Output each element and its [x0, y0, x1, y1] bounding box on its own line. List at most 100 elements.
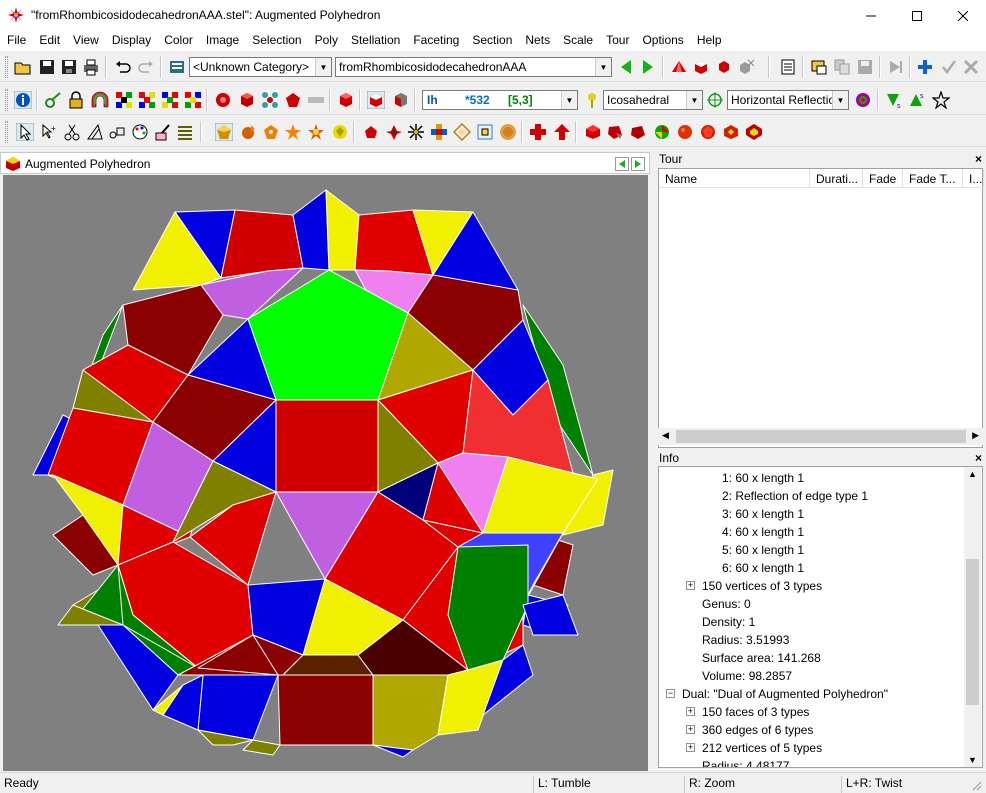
- coin-icon[interactable]: [499, 123, 517, 141]
- symmetry-select[interactable]: Ih *532 [5,3] ▼: [422, 90, 578, 110]
- snowflake-icon[interactable]: [407, 123, 425, 141]
- polyhedron-model[interactable]: [3, 175, 648, 771]
- save-icon[interactable]: [38, 58, 56, 76]
- menu-stellation[interactable]: Stellation: [344, 31, 406, 51]
- poly-tool-6-icon[interactable]: [331, 123, 349, 141]
- grid-icon-2[interactable]: [138, 91, 156, 109]
- toolbar-grip[interactable]: [5, 121, 8, 143]
- column-header-name[interactable]: Name: [659, 169, 810, 188]
- cancel-icon[interactable]: [962, 58, 980, 76]
- redo-icon[interactable]: [137, 58, 155, 76]
- paint-icon[interactable]: [154, 123, 172, 141]
- stellate-icon[interactable]: [385, 123, 403, 141]
- symmetry-axis-icon[interactable]: [583, 91, 601, 109]
- menu-tour[interactable]: Tour: [599, 31, 635, 51]
- shape-1-icon[interactable]: [584, 123, 602, 141]
- info-tree[interactable]: 1: 60 x length 1 2: Reflection of edge ty…: [658, 466, 983, 768]
- reflection-select[interactable]: Horizontal Reflection ▼: [727, 90, 849, 110]
- red-arrow-icon[interactable]: [553, 123, 571, 141]
- menu-view[interactable]: View: [66, 31, 105, 51]
- tour-save-icon[interactable]: [856, 58, 874, 76]
- stripes-icon[interactable]: [176, 123, 194, 141]
- shape-3-icon[interactable]: [629, 123, 647, 141]
- menu-file[interactable]: File: [0, 31, 32, 51]
- expand-icon[interactable]: +: [686, 581, 695, 590]
- info-icon[interactable]: [14, 91, 32, 109]
- red-cross-icon[interactable]: [529, 123, 547, 141]
- arch-icon[interactable]: [91, 91, 109, 109]
- scroll-down-icon[interactable]: ▼: [968, 755, 977, 765]
- solid-icon[interactable]: [337, 91, 355, 109]
- info-tree-item[interactable]: +150 faces of 3 types: [659, 703, 964, 721]
- edit-tool-icon[interactable]: [44, 91, 62, 109]
- construct-icon[interactable]: [108, 123, 126, 141]
- column-header-fade-time[interactable]: Fade T...: [903, 169, 963, 188]
- scrollbar-thumb[interactable]: [966, 559, 979, 705]
- menu-scale[interactable]: Scale: [556, 31, 599, 51]
- maximize-button[interactable]: [894, 0, 940, 31]
- polyhedron-red-icon[interactable]: [670, 58, 688, 76]
- network-icon[interactable]: [261, 91, 279, 109]
- undo-icon[interactable]: [114, 58, 132, 76]
- pentagon-icon[interactable]: [284, 91, 302, 109]
- lock-icon[interactable]: [67, 91, 85, 109]
- tour-copy-icon[interactable]: [833, 58, 851, 76]
- poly-tool-5-icon[interactable]: [307, 123, 325, 141]
- resize-grip-icon[interactable]: [970, 779, 982, 791]
- shape-2-icon[interactable]: [606, 123, 624, 141]
- select-arrow-icon[interactable]: [16, 123, 34, 141]
- measure-icon[interactable]: [86, 123, 104, 141]
- transparency-icon[interactable]: [367, 91, 385, 109]
- palette-icon[interactable]: [131, 123, 149, 141]
- polyhedron-viewport[interactable]: [3, 175, 648, 771]
- gear-red-icon[interactable]: [214, 91, 232, 109]
- tour-list[interactable]: Name Durati... Fade Fade T... I...: [658, 168, 984, 448]
- target-icon[interactable]: [854, 91, 872, 109]
- menu-faceting[interactable]: Faceting: [406, 31, 465, 51]
- shape-7-icon[interactable]: [722, 123, 740, 141]
- shape-6-icon[interactable]: [699, 123, 717, 141]
- column-header-i[interactable]: I...: [963, 169, 984, 188]
- check-icon[interactable]: [940, 58, 958, 76]
- info-tree-item[interactable]: +150 vertices of 3 types: [659, 577, 964, 595]
- menu-image[interactable]: Image: [199, 31, 245, 51]
- poly-tool-3-icon[interactable]: [262, 123, 280, 141]
- square-frame-icon[interactable]: [476, 123, 494, 141]
- minimize-button[interactable]: [848, 0, 894, 31]
- vertical-scrollbar[interactable]: ▲ ▼: [964, 467, 981, 767]
- expand-icon[interactable]: +: [686, 743, 695, 752]
- polyhedron-box-icon[interactable]: [692, 58, 710, 76]
- scissors-icon[interactable]: [63, 123, 81, 141]
- info-tree-item[interactable]: − Dual: "Dual of Augmented Polyhedron": [659, 685, 964, 703]
- scroll-up-icon[interactable]: ▲: [968, 469, 977, 479]
- poly-tool-1-icon[interactable]: [215, 123, 233, 141]
- play-icon[interactable]: [886, 58, 904, 76]
- shape-8-icon[interactable]: [745, 123, 763, 141]
- catalog-icon[interactable]: [168, 58, 186, 76]
- expand-icon[interactable]: +: [686, 725, 695, 734]
- close-icon[interactable]: ×: [975, 451, 982, 465]
- menu-edit[interactable]: Edit: [32, 31, 66, 51]
- collapse-icon[interactable]: −: [666, 689, 675, 698]
- menu-selection[interactable]: Selection: [245, 31, 307, 51]
- vertex-down-icon[interactable]: s: [885, 91, 903, 109]
- horizontal-scrollbar[interactable]: ◀ ▶: [658, 428, 983, 445]
- grid-icon-4[interactable]: [184, 91, 202, 109]
- vertex-up-icon[interactable]: s: [908, 91, 926, 109]
- delete-polyhedron-icon[interactable]: [737, 58, 755, 76]
- cube-red-icon[interactable]: [238, 91, 256, 109]
- menu-help[interactable]: Help: [690, 31, 728, 51]
- add-icon[interactable]: [916, 58, 934, 76]
- previous-view-icon[interactable]: [615, 157, 629, 171]
- menu-poly[interactable]: Poly: [308, 31, 344, 51]
- scroll-left-icon[interactable]: ◀: [662, 430, 669, 441]
- crosshair-icon[interactable]: [706, 91, 724, 109]
- toolbar-grip[interactable]: [5, 56, 8, 78]
- poly-tool-4-icon[interactable]: [284, 123, 302, 141]
- column-header-fade[interactable]: Fade: [863, 169, 903, 188]
- shape-5-icon[interactable]: [676, 123, 694, 141]
- column-header-duration[interactable]: Durati...: [810, 169, 863, 188]
- menu-section[interactable]: Section: [465, 31, 518, 51]
- print-icon[interactable]: [82, 58, 100, 76]
- ruler-icon[interactable]: [307, 91, 325, 109]
